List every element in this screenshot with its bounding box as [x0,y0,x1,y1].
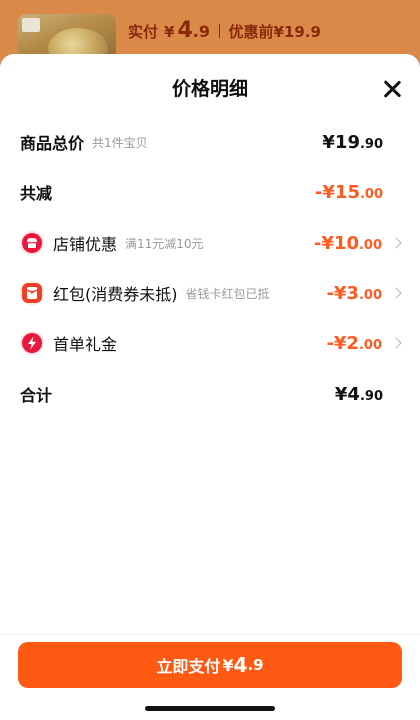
subtotal-int: ¥4 [334,383,360,405]
page: 实付 ¥ 4 .9 优惠前¥19.9 价格明细 商品总价 共1件宝贝 ¥19.9… [0,0,420,720]
sheet-title: 价格明细 [171,78,248,100]
chevron-right-icon [390,337,402,349]
row-subtotal: 合计 ¥4.90 [20,379,402,409]
pay-now-yen: ¥ [222,655,234,675]
header-pay-int: 4 [177,18,193,43]
red-packet-amount: -¥3.00 [326,283,382,304]
pay-now-dec: .9 [247,656,264,674]
row-red-packet[interactable]: 红包(消费券未抵) 省钱卡红包已抵 -¥3.00 [20,278,402,308]
subtotal-label: 合计 [20,386,53,405]
red-packet-dec: .00 [358,287,382,303]
row-first-order-gift[interactable]: 首单礼金 -¥2.00 [20,328,402,358]
row-goods-total: 商品总价 共1件宝贝 ¥19.90 [20,127,402,157]
header-pay-dec: .9 [192,22,210,41]
bottom-divider [0,634,420,635]
store-discount-label: 店铺优惠 [53,235,118,254]
row-total-reduction: 共减 -¥15.00 [20,177,402,207]
header-price: 实付 ¥ 4 .9 优惠前¥19.9 [128,18,321,46]
goods-count: 共1件宝贝 [92,135,148,150]
subtotal-dec: .90 [359,388,383,404]
total-reduction-label: 共减 [20,184,53,203]
chevron-right-icon [390,287,402,299]
goods-total-label: 商品总价 [20,134,85,153]
header-pay-label: 实付 [128,23,159,41]
goods-total-dec: .90 [359,136,383,152]
first-order-gift-int: -¥2 [326,332,359,354]
store-discount-dec: .00 [358,237,382,253]
red-packet-int: -¥3 [326,282,359,304]
header-original-price: 优惠前¥19.9 [228,23,321,41]
home-indicator [145,706,275,711]
pay-now-button[interactable]: 立即支付 ¥ 4 .9 [18,642,402,688]
goods-total-amount: ¥19.90 [322,132,383,153]
first-order-gift-label: 首单礼金 [53,335,118,354]
row-store-discount[interactable]: 店铺优惠 满11元减10元 -¥10.00 [20,228,402,258]
first-order-gift-dec: .00 [358,337,382,353]
red-packet-icon [20,281,44,305]
header-yen: ¥ [164,23,175,41]
total-reduction-int: -¥15 [314,181,360,203]
pay-now-label: 立即支付 [156,657,221,676]
total-reduction-amount: -¥15.00 [315,182,383,203]
price-detail-sheet: 价格明细 商品总价 共1件宝贝 ¥19.90 共减 -¥15.00 店铺优惠 满… [0,54,420,720]
subtotal-amount: ¥4.90 [335,384,383,405]
store-discount-amount: -¥10.00 [314,233,382,254]
header-separator [218,24,221,38]
goods-total-int: ¥19 [322,131,360,153]
red-packet-label: 红包(消费券未抵) [53,285,178,304]
lightning-icon [20,331,44,355]
red-packet-note: 省钱卡红包已抵 [185,286,270,301]
brand-badge-icon [22,18,40,32]
pay-now-int: 4 [233,653,248,677]
total-reduction-dec: .00 [359,186,383,202]
store-icon [20,231,44,255]
store-discount-rule: 满11元减10元 [125,236,204,251]
store-discount-int: -¥10 [313,232,359,254]
chevron-right-icon [390,237,402,249]
first-order-gift-amount: -¥2.00 [326,333,382,354]
close-icon[interactable] [382,79,402,99]
